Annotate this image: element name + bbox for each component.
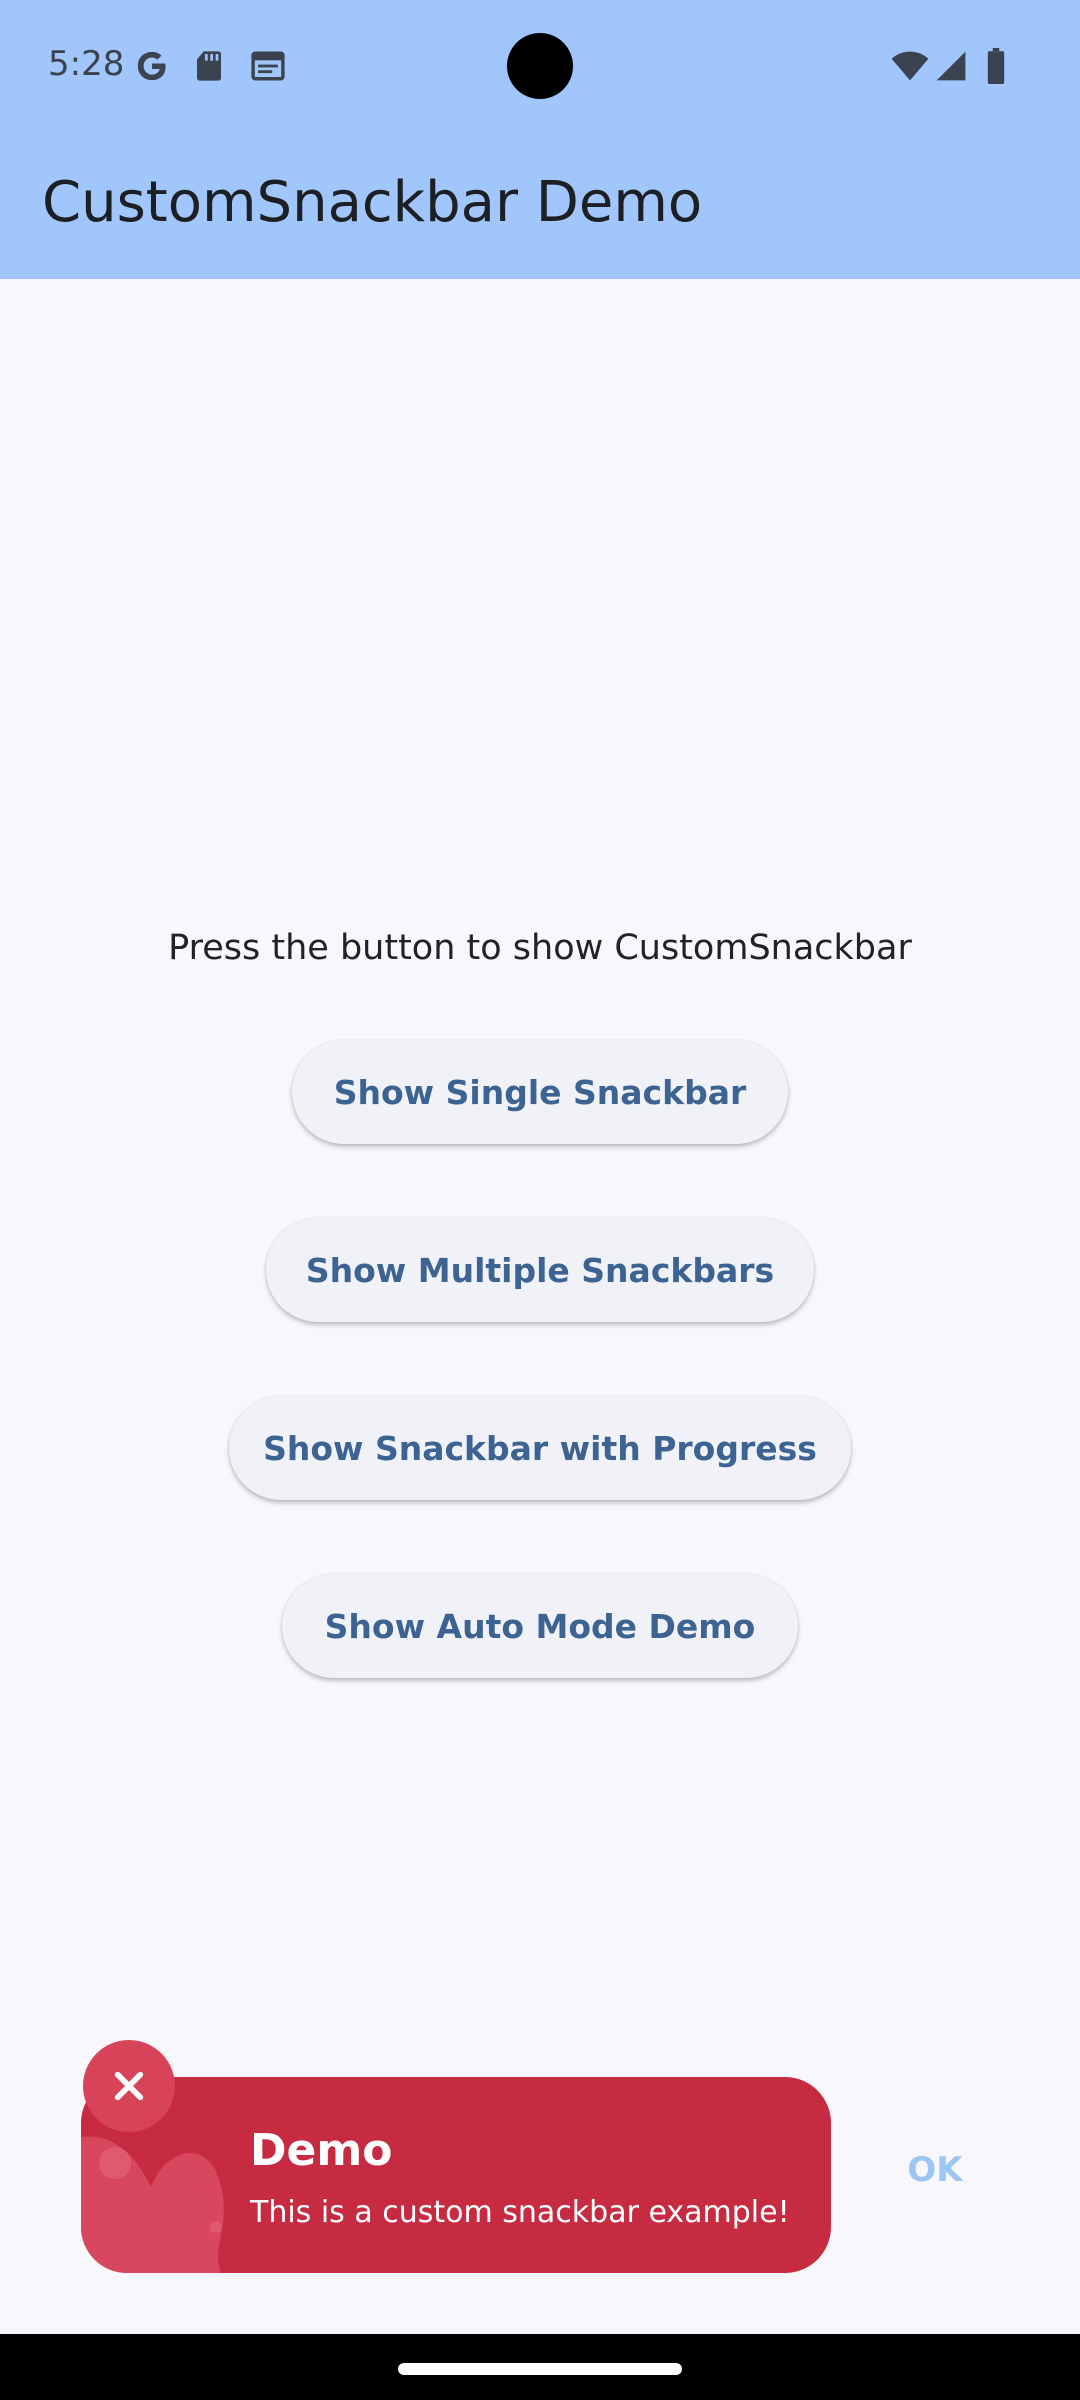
app-bar: 5:28 CustomSnackbar Demo [0,0,1080,279]
camera-cutout [507,33,573,99]
home-gesture-handle[interactable] [398,2363,682,2375]
snackbar-close-button[interactable] [83,2040,175,2132]
show-snackbar-with-progress-button[interactable]: Show Snackbar with Progress [229,1396,851,1500]
screen: 5:28 CustomSnackbar Demo Press the butto… [0,0,1080,2400]
wifi-icon [890,48,930,84]
status-bar: 5:28 [0,0,1080,134]
google-icon [134,48,170,84]
calendar-icon [250,48,286,84]
app-title: CustomSnackbar Demo [42,170,703,235]
close-icon [114,2071,144,2101]
sd-card-icon [194,48,224,84]
show-multiple-snackbars-button[interactable]: Show Multiple Snackbars [266,1218,814,1322]
show-single-snackbar-button[interactable]: Show Single Snackbar [292,1040,788,1144]
snackbar-message: This is a custom snackbar example! [250,2195,790,2230]
navigation-bar [0,2334,1080,2400]
status-time: 5:28 [48,44,125,84]
snackbar-ok-button[interactable]: OK [880,2150,990,2190]
snackbar-title: Demo [250,2125,393,2176]
cell-signal-icon [934,48,968,84]
prompt-text: Press the button to show CustomSnackbar [168,928,912,968]
battery-icon [984,48,1008,84]
custom-snackbar: Demo This is a custom snackbar example! [81,2077,831,2273]
show-auto-mode-demo-button[interactable]: Show Auto Mode Demo [282,1574,798,1678]
